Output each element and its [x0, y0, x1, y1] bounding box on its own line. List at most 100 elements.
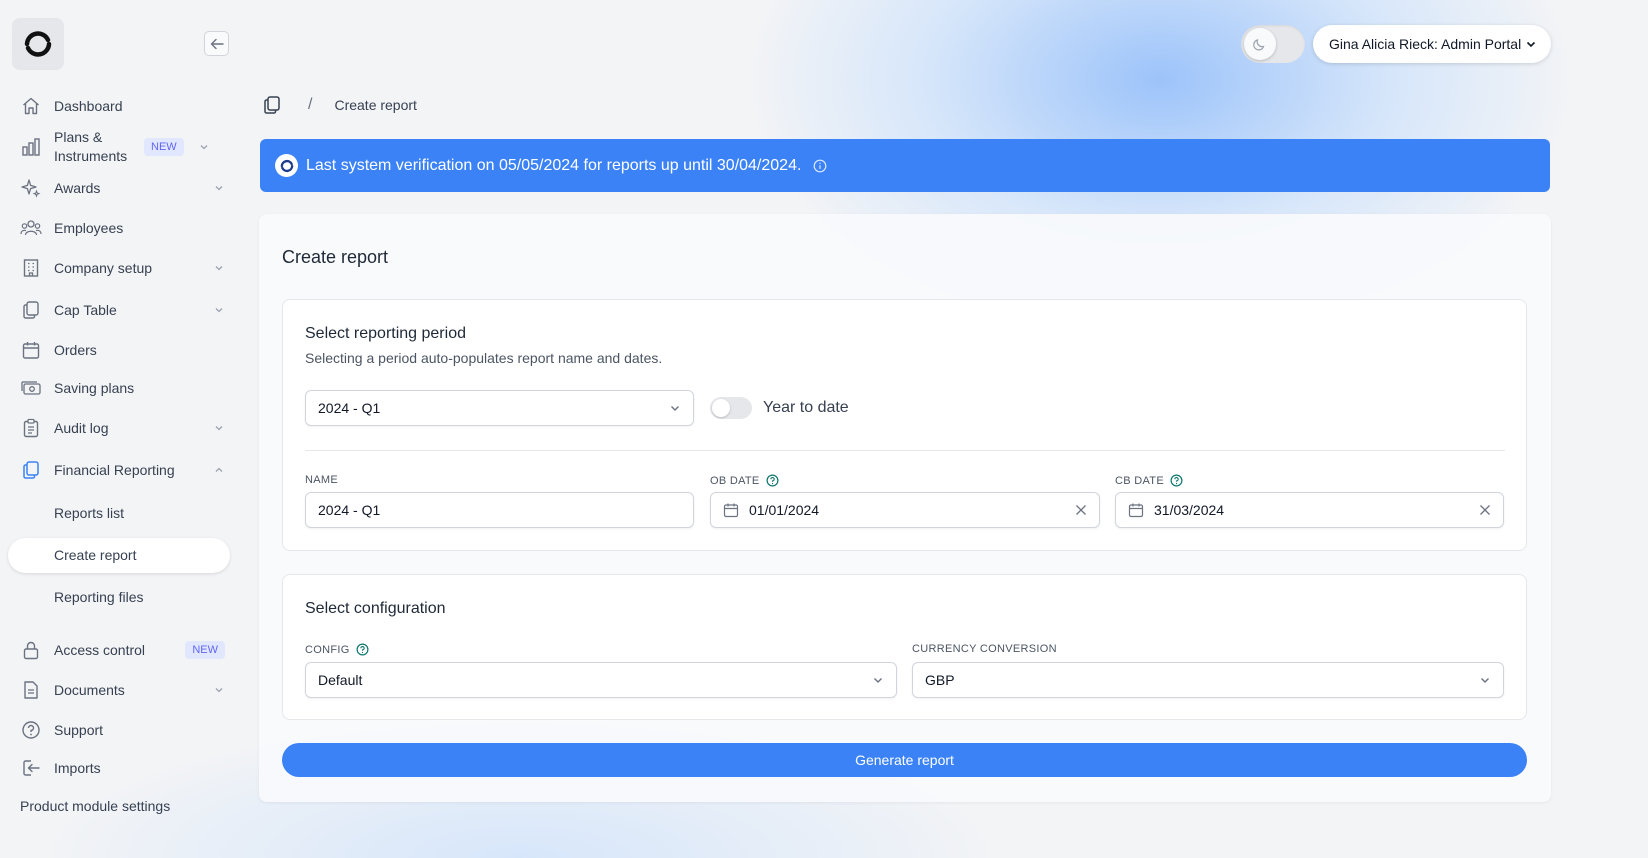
- sidebar-item-label: Saving plans: [54, 379, 135, 396]
- sidebar-item-dashboard[interactable]: Dashboard: [20, 89, 225, 123]
- sidebar-item-label: Financial Reporting: [54, 461, 175, 478]
- breadcrumb-current: Create report: [334, 97, 417, 113]
- sidebar-item-financial-reporting[interactable]: Financial Reporting: [20, 453, 225, 487]
- cb-date-input[interactable]: 31/03/2024: [1115, 492, 1504, 528]
- user-portal-select[interactable]: Gina Alicia Rieck: Admin Portal: [1313, 25, 1551, 63]
- sidebar-item-label: Awards: [54, 179, 101, 196]
- create-report-card: Create report Select reporting period Se…: [259, 214, 1551, 802]
- sidebar-item-plans-instruments[interactable]: Plans & Instruments NEW: [20, 129, 225, 165]
- sidebar-subitem-reporting-files[interactable]: Reporting files: [54, 589, 144, 605]
- app-logo[interactable]: [12, 18, 64, 70]
- sidebar-item-employees[interactable]: Employees: [20, 211, 225, 245]
- collapse-sidebar-button[interactable]: [204, 31, 229, 56]
- calendar-icon: [723, 503, 739, 518]
- chevron-down-icon: [215, 186, 223, 191]
- sidebar-item-label: Audit log: [54, 419, 109, 436]
- name-input[interactable]: 2024 - Q1: [305, 492, 694, 528]
- ob-date-input[interactable]: 01/01/2024: [710, 492, 1100, 528]
- sidebar-item-support[interactable]: Support: [20, 713, 225, 747]
- sidebar-item-company-setup[interactable]: Company setup: [20, 251, 225, 285]
- config-select[interactable]: Default: [305, 662, 897, 698]
- configuration-panel: Select configuration CONFIG Default CURR…: [282, 574, 1527, 720]
- sidebar-item-label: Plans & Instruments: [54, 129, 128, 164]
- period-select[interactable]: 2024 - Q1: [305, 390, 694, 426]
- sidebar-item-label: Access control: [54, 641, 146, 658]
- chevron-down-icon: [1526, 41, 1536, 48]
- chevron-down-icon: [671, 406, 679, 411]
- sidebar-item-label: Company setup: [54, 259, 153, 276]
- ob-date-label: OB DATE: [710, 474, 779, 487]
- lock-icon: [20, 639, 42, 661]
- sidebar-item-label: Orders: [54, 341, 97, 358]
- verification-banner: Last system verification on 05/05/2024 f…: [260, 139, 1550, 192]
- cb-date-label: CB DATE: [1115, 474, 1183, 487]
- sidebar-item-saving-plans[interactable]: Saving plans: [20, 371, 225, 405]
- sparkles-icon: [20, 177, 42, 199]
- year-to-date-toggle[interactable]: [710, 397, 752, 419]
- new-badge: NEW: [185, 641, 225, 659]
- chevron-up-icon: [215, 467, 223, 472]
- year-to-date-label: Year to date: [763, 399, 849, 416]
- copy-icon: [20, 459, 42, 481]
- page-title: Create report: [282, 247, 389, 267]
- chevron-down-icon: [200, 145, 208, 150]
- reporting-period-panel: Select reporting period Selecting a peri…: [282, 299, 1527, 551]
- document-icon: [20, 679, 42, 701]
- breadcrumb-separator: /: [308, 96, 313, 113]
- user-portal-label: Gina Alicia Rieck: Admin Portal: [1329, 36, 1522, 52]
- bar-chart-icon: [20, 136, 42, 158]
- section-title: Select configuration: [305, 600, 446, 617]
- help-icon[interactable]: [1170, 474, 1183, 487]
- sidebar-item-label: Support: [54, 721, 104, 738]
- sidebar-item-label: Dashboard: [54, 97, 123, 114]
- chevron-down-icon: [215, 426, 223, 431]
- moon-icon: [1253, 39, 1265, 51]
- calendar-icon: [20, 339, 42, 361]
- chevron-down-icon: [215, 266, 223, 271]
- clipboard-icon: [20, 417, 42, 439]
- copy-icon[interactable]: [262, 95, 282, 115]
- generate-report-button[interactable]: Generate report: [282, 743, 1527, 777]
- sidebar-subitem-create-report[interactable]: Create report: [54, 547, 136, 563]
- clear-icon[interactable]: [1075, 504, 1087, 516]
- chevron-down-icon: [1481, 678, 1489, 683]
- sidebar-item-label: Employees: [54, 219, 124, 236]
- banner-text: Last system verification on 05/05/2024 f…: [306, 156, 802, 174]
- product-module-settings-link[interactable]: Product module settings: [20, 798, 170, 814]
- logo-icon: [275, 154, 298, 177]
- clear-icon[interactable]: [1479, 504, 1491, 516]
- sidebar: Dashboard Plans & Instruments NEW Awards…: [0, 0, 250, 858]
- copy-icon: [20, 299, 42, 321]
- home-icon: [20, 95, 42, 117]
- calendar-icon: [1128, 503, 1144, 518]
- config-field-label: CONFIG: [305, 643, 369, 656]
- sidebar-item-awards[interactable]: Awards: [20, 171, 225, 205]
- sidebar-item-documents[interactable]: Documents: [20, 673, 225, 707]
- theme-toggle[interactable]: [1241, 25, 1305, 63]
- help-circle-icon: [20, 719, 42, 741]
- chevron-down-icon: [215, 308, 223, 313]
- sidebar-subitem-reports-list[interactable]: Reports list: [54, 505, 124, 521]
- sidebar-item-cap-table[interactable]: Cap Table: [20, 293, 225, 327]
- sidebar-item-imports[interactable]: Imports: [20, 751, 225, 785]
- sidebar-item-orders[interactable]: Orders: [20, 333, 225, 367]
- cash-icon: [20, 377, 42, 399]
- building-icon: [20, 257, 42, 279]
- sidebar-item-access-control[interactable]: Access control NEW: [20, 633, 225, 667]
- section-subtitle: Selecting a period auto-populates report…: [305, 350, 663, 366]
- sidebar-item-audit-log[interactable]: Audit log: [20, 411, 225, 445]
- currency-select[interactable]: GBP: [912, 662, 1504, 698]
- sidebar-item-label: Imports: [54, 759, 101, 776]
- sidebar-item-label: Cap Table: [54, 301, 117, 318]
- currency-field-label: CURRENCY CONVERSION: [912, 643, 1057, 655]
- divider: [305, 450, 1505, 451]
- info-icon[interactable]: [813, 159, 827, 173]
- name-field-label: NAME: [305, 474, 338, 486]
- sidebar-item-label: Documents: [54, 681, 125, 698]
- arrow-left-icon: [210, 38, 224, 49]
- help-icon[interactable]: [766, 474, 779, 487]
- logo-icon: [24, 31, 52, 57]
- section-title: Select reporting period: [305, 325, 466, 342]
- help-icon[interactable]: [356, 643, 369, 656]
- breadcrumb: / Create report: [262, 94, 417, 116]
